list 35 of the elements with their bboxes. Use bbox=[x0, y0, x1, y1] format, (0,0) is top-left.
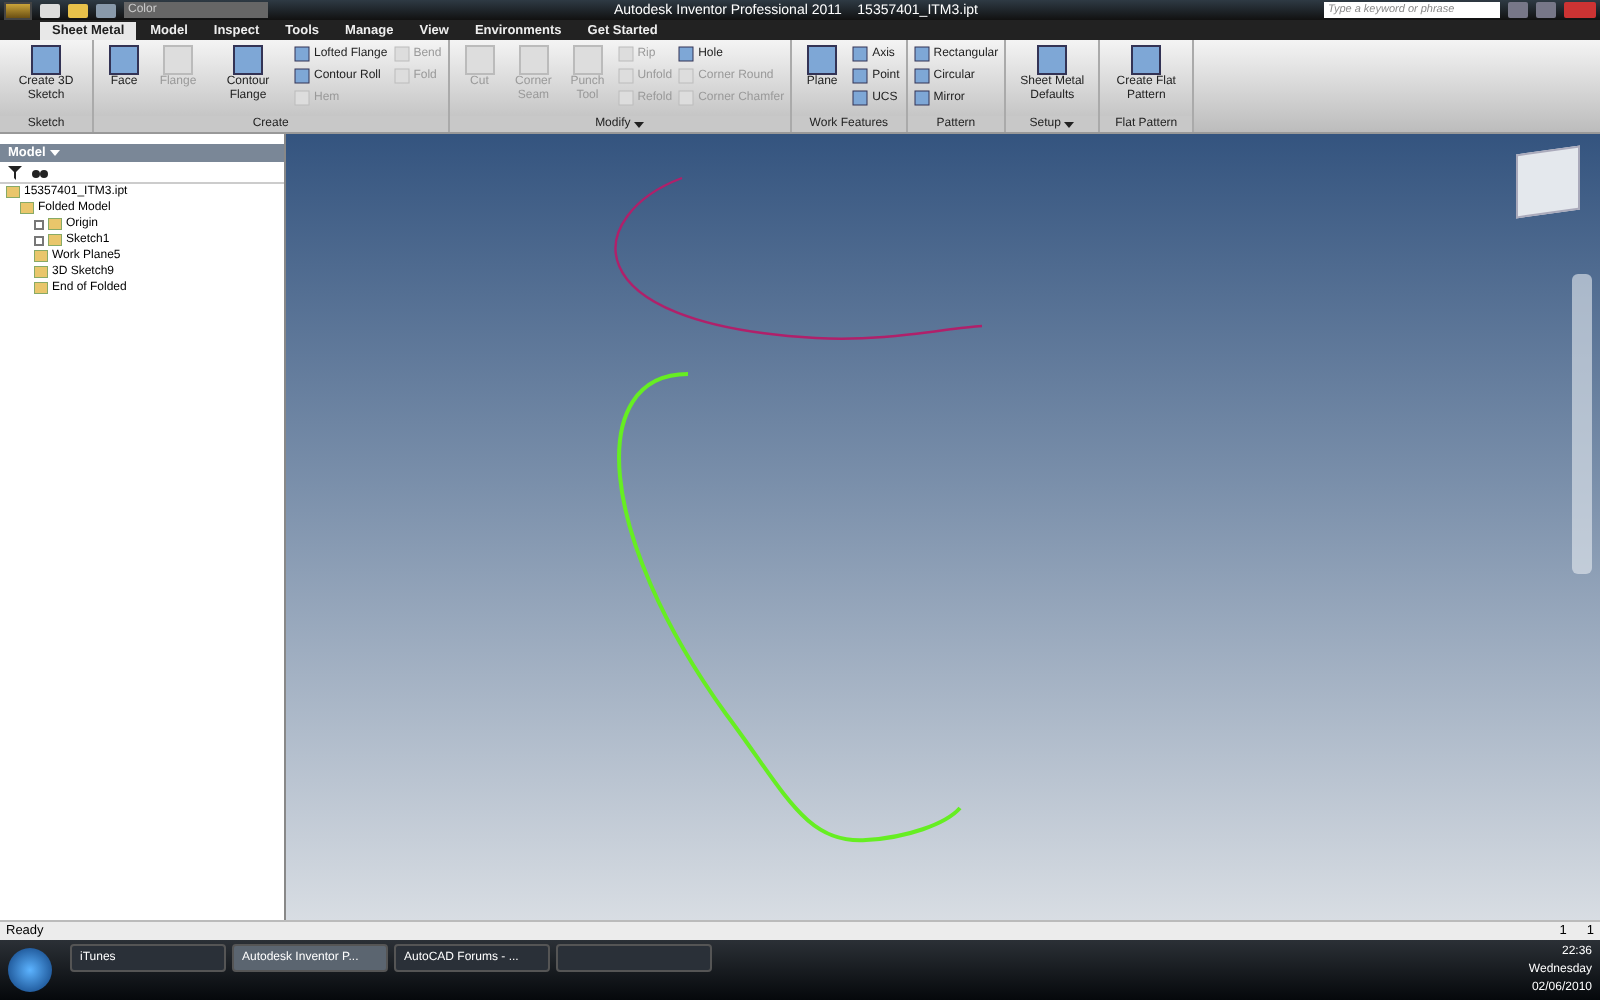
expand-icon[interactable] bbox=[34, 219, 44, 229]
square-icon bbox=[852, 68, 869, 84]
square-icon bbox=[852, 46, 869, 62]
square-icon bbox=[30, 44, 62, 76]
view-cube[interactable] bbox=[1516, 145, 1580, 219]
square-icon bbox=[617, 68, 634, 84]
square-icon bbox=[393, 68, 410, 84]
square-icon bbox=[571, 44, 604, 76]
square-icon bbox=[1036, 44, 1069, 76]
square-icon bbox=[678, 90, 695, 106]
square-icon bbox=[617, 46, 634, 62]
square-icon bbox=[294, 46, 310, 62]
square-icon bbox=[108, 44, 140, 76]
square-icon bbox=[617, 90, 634, 106]
square-icon bbox=[1130, 44, 1163, 76]
square-icon bbox=[913, 90, 930, 106]
square-icon bbox=[294, 90, 310, 106]
square-icon bbox=[162, 44, 194, 76]
square-icon bbox=[678, 46, 695, 62]
expand-icon[interactable] bbox=[34, 235, 44, 245]
caret-icon bbox=[49, 150, 60, 156]
3d-viewport[interactable] bbox=[286, 134, 1600, 920]
square-icon bbox=[913, 46, 930, 62]
start-button[interactable] bbox=[8, 948, 52, 992]
square-icon bbox=[852, 90, 869, 106]
square-icon bbox=[294, 68, 310, 84]
square-icon bbox=[678, 68, 695, 84]
application-button[interactable] bbox=[4, 1, 32, 19]
square-icon bbox=[232, 44, 264, 76]
square-icon bbox=[913, 68, 930, 84]
binoculars-icon[interactable] bbox=[32, 166, 48, 178]
square-icon bbox=[393, 46, 410, 62]
square-icon bbox=[806, 44, 839, 76]
square-icon bbox=[517, 44, 550, 76]
square-icon bbox=[463, 44, 496, 76]
